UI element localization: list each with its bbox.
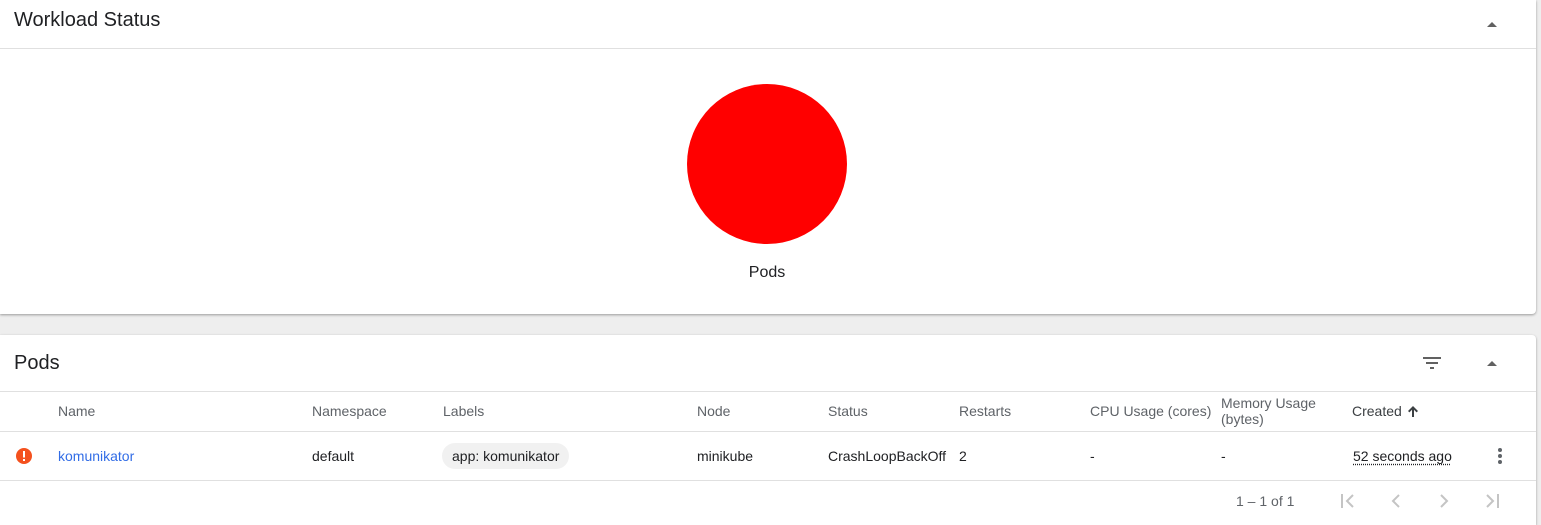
pod-node-cell: minikube <box>697 448 754 464</box>
error-icon <box>16 448 32 464</box>
pod-status-cell: CrashLoopBackOff <box>828 448 947 464</box>
next-page-button[interactable] <box>1428 485 1460 517</box>
last-page-icon <box>1486 494 1499 508</box>
pod-name-link[interactable]: komunikator <box>58 448 134 464</box>
created-timestamp[interactable]: 52 seconds ago <box>1353 448 1452 464</box>
arrow-up-icon <box>1487 22 1497 27</box>
filter-button[interactable] <box>1416 347 1448 379</box>
previous-page-button[interactable] <box>1380 485 1412 517</box>
column-header-namespace[interactable]: Namespace <box>312 391 387 431</box>
column-header-memory-line1: Memory Usage <box>1221 395 1316 411</box>
table-row: komunikator default app: komunikator min… <box>0 432 1536 481</box>
column-header-created[interactable]: Created <box>1352 391 1418 431</box>
paginator: 1 – 1 of 1 <box>0 481 1536 521</box>
pods-chart-label: Pods <box>748 264 786 281</box>
chevron-left-icon <box>1391 494 1400 508</box>
column-header-status[interactable]: Status <box>828 391 868 431</box>
pie-slice-failed <box>687 84 847 244</box>
chevron-right-icon <box>1440 494 1449 508</box>
more-vert-icon <box>1498 448 1502 464</box>
collapse-pods-button[interactable] <box>1476 347 1508 379</box>
column-header-created-label: Created <box>1352 403 1402 419</box>
pod-created-cell: 52 seconds ago <box>1353 432 1452 480</box>
pods-header: Pods <box>0 335 1536 392</box>
pod-cpu-cell: - <box>1090 448 1095 464</box>
filter-icon <box>1423 357 1441 369</box>
workload-status-title: Workload Status <box>14 9 161 31</box>
pod-memory-cell: - <box>1221 448 1226 464</box>
pod-labels-cell: app: komunikator <box>442 432 570 480</box>
pod-restarts-cell: 2 <box>959 448 967 464</box>
column-header-node[interactable]: Node <box>697 391 730 431</box>
collapse-workload-button[interactable] <box>1476 8 1508 40</box>
workload-status-header: Workload Status <box>0 0 1536 49</box>
row-actions-button[interactable] <box>1484 432 1516 480</box>
first-page-icon <box>1341 494 1354 508</box>
pods-pie-chart <box>686 83 848 245</box>
label-chip: app: komunikator <box>442 443 570 469</box>
first-page-button[interactable] <box>1332 485 1364 517</box>
column-header-restarts[interactable]: Restarts <box>959 391 1011 431</box>
arrow-up-icon <box>1487 361 1497 366</box>
workload-status-card: Workload Status Pods <box>0 0 1536 314</box>
column-header-labels: Labels <box>443 403 485 419</box>
pods-title: Pods <box>14 352 60 374</box>
column-header-cpu[interactable]: CPU Usage (cores) <box>1090 391 1211 431</box>
column-header-name[interactable]: Name <box>58 391 95 431</box>
status-indicator <box>15 432 33 480</box>
column-header-memory-line2: (bytes) <box>1221 411 1264 427</box>
sort-ascending-icon <box>1407 405 1418 417</box>
last-page-button[interactable] <box>1476 485 1508 517</box>
pod-namespace-cell: default <box>312 448 355 464</box>
pod-name-cell: komunikator <box>58 432 134 480</box>
pods-card: Pods Name Namespace Labels Node Status R… <box>0 335 1536 525</box>
paginator-range-label: 1 – 1 of 1 <box>1236 493 1295 509</box>
column-header-memory[interactable]: Memory Usage (bytes) <box>1221 391 1316 431</box>
